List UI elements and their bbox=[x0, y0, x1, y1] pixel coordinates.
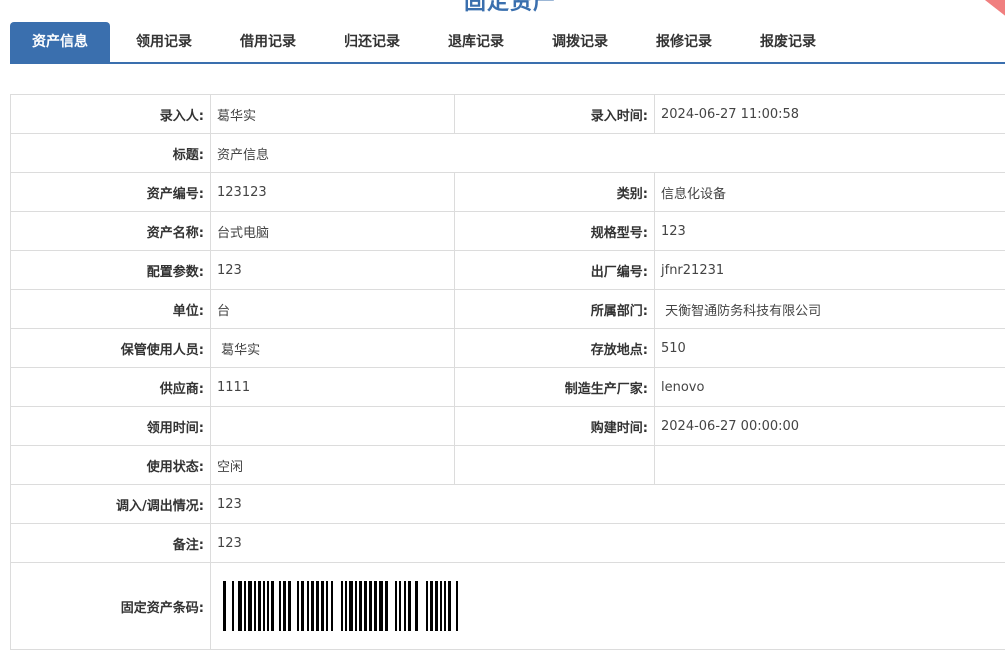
status-label: 使用状态: bbox=[10, 445, 211, 485]
category-value: 信息化设备 bbox=[654, 172, 1005, 212]
table-row: 保管使用人员: 葛华实 存放地点: 510 bbox=[10, 328, 1005, 368]
factory-no-value: jfnr21231 bbox=[654, 250, 1005, 290]
tab-repair-records[interactable]: 报修记录 bbox=[634, 22, 734, 62]
config-value: 123 bbox=[210, 250, 455, 290]
unit-value: 台 bbox=[210, 289, 455, 329]
entry-person-value: 葛华实 bbox=[210, 94, 455, 134]
barcode-label: 固定资产条码: bbox=[10, 562, 211, 650]
tab-return-records[interactable]: 归还记录 bbox=[322, 22, 422, 62]
table-row: 调入/调出情况: 123 bbox=[10, 484, 1005, 524]
table-row: 资产编号: 123123 类别: 信息化设备 bbox=[10, 172, 1005, 212]
factory-no-label: 出厂编号: bbox=[454, 250, 655, 290]
table-row: 录入人: 葛华实 录入时间: 2024-06-27 11:00:58 bbox=[10, 94, 1005, 134]
table-row: 单位: 台 所属部门: 天衡智通防务科技有限公司 bbox=[10, 289, 1005, 329]
status-value: 空闲 bbox=[210, 445, 455, 485]
unit-label: 单位: bbox=[10, 289, 211, 329]
asset-info-table: 录入人: 葛华实 录入时间: 2024-06-27 11:00:58 标题: 资… bbox=[10, 94, 1005, 650]
table-row: 资产名称: 台式电脑 规格型号: 123 bbox=[10, 211, 1005, 251]
model-value: 123 bbox=[654, 211, 1005, 251]
asset-name-label: 资产名称: bbox=[10, 211, 211, 251]
tab-receive-records[interactable]: 领用记录 bbox=[114, 22, 214, 62]
barcode-cell bbox=[210, 562, 1005, 650]
barcode-image bbox=[223, 581, 458, 631]
remark-value: 123 bbox=[210, 523, 1005, 563]
custodian-value: 葛华实 bbox=[210, 328, 455, 368]
table-row: 供应商: 1111 制造生产厂家: lenovo bbox=[10, 367, 1005, 407]
supplier-label: 供应商: bbox=[10, 367, 211, 407]
category-label: 类别: bbox=[454, 172, 655, 212]
empty-cell bbox=[654, 445, 1005, 485]
asset-name-value: 台式电脑 bbox=[210, 211, 455, 251]
entry-person-label: 录入人: bbox=[10, 94, 211, 134]
custodian-label: 保管使用人员: bbox=[10, 328, 211, 368]
entry-time-label: 录入时间: bbox=[454, 94, 655, 134]
purchase-time-label: 购建时间: bbox=[454, 406, 655, 446]
asset-no-value: 123123 bbox=[210, 172, 455, 212]
tab-bar: 资产信息 领用记录 借用记录 归还记录 退库记录 调拨记录 报修记录 报废记录 bbox=[10, 22, 1005, 64]
department-value: 天衡智通防务科技有限公司 bbox=[654, 289, 1005, 329]
tab-stock-return-records[interactable]: 退库记录 bbox=[426, 22, 526, 62]
table-row: 备注: 123 bbox=[10, 523, 1005, 563]
manufacturer-value: lenovo bbox=[654, 367, 1005, 407]
table-row: 使用状态: 空闲 bbox=[10, 445, 1005, 485]
remark-label: 备注: bbox=[10, 523, 211, 563]
purchase-time-value: 2024-06-27 00:00:00 bbox=[654, 406, 1005, 446]
page-title: 固定资产 bbox=[463, 0, 556, 15]
location-label: 存放地点: bbox=[454, 328, 655, 368]
table-row: 标题: 资产信息 bbox=[10, 133, 1005, 173]
tab-scrap-records[interactable]: 报废记录 bbox=[738, 22, 838, 62]
model-label: 规格型号: bbox=[454, 211, 655, 251]
supplier-value: 1111 bbox=[210, 367, 455, 407]
asset-no-label: 资产编号: bbox=[10, 172, 211, 212]
receive-time-label: 领用时间: bbox=[10, 406, 211, 446]
transfer-label: 调入/调出情况: bbox=[10, 484, 211, 524]
table-row: 固定资产条码: bbox=[10, 562, 1005, 650]
tab-borrow-records[interactable]: 借用记录 bbox=[218, 22, 318, 62]
tab-asset-info[interactable]: 资产信息 bbox=[10, 22, 110, 62]
manufacturer-label: 制造生产厂家: bbox=[454, 367, 655, 407]
tab-transfer-records[interactable]: 调拨记录 bbox=[530, 22, 630, 62]
title-value: 资产信息 bbox=[210, 133, 1005, 173]
title-label: 标题: bbox=[10, 133, 211, 173]
location-value: 510 bbox=[654, 328, 1005, 368]
transfer-value: 123 bbox=[210, 484, 1005, 524]
empty-cell bbox=[454, 445, 655, 485]
department-label: 所属部门: bbox=[454, 289, 655, 329]
receive-time-value bbox=[210, 406, 455, 446]
table-row: 领用时间: 购建时间: 2024-06-27 00:00:00 bbox=[10, 406, 1005, 446]
config-label: 配置参数: bbox=[10, 250, 211, 290]
entry-time-value: 2024-06-27 11:00:58 bbox=[654, 94, 1005, 134]
table-row: 配置参数: 123 出厂编号: jfnr21231 bbox=[10, 250, 1005, 290]
